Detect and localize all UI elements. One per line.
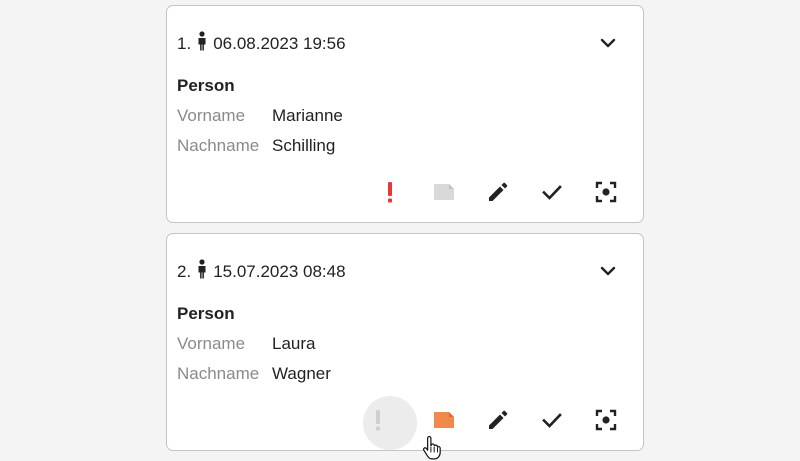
person-icon [198, 259, 206, 279]
chevron-down-icon[interactable] [599, 262, 617, 280]
alert-button[interactable] [363, 170, 417, 214]
field-row-vorname: Vorname Marianne [177, 106, 343, 126]
chevron-down-icon[interactable] [599, 34, 617, 52]
entry-card: 2. 15.07.2023 08:48 Person Vorname Laura… [166, 233, 644, 460]
check-icon [542, 185, 562, 200]
action-bar [363, 170, 633, 214]
field-label: Nachname [177, 136, 260, 155]
entry-index: 2. [177, 262, 192, 281]
focus-icon [595, 181, 617, 203]
action-bar [363, 396, 633, 460]
field-label: Vorname [177, 334, 246, 353]
field-row-nachname: Nachname Wagner [177, 364, 331, 384]
alert-button[interactable] [363, 396, 441, 460]
field-value: Schilling [272, 136, 336, 155]
note-icon [434, 184, 454, 200]
note-button[interactable] [417, 398, 471, 442]
entry-card: 1. 06.08.2023 19:56 Person Vorname Maria… [166, 5, 644, 223]
edit-button[interactable] [471, 170, 525, 214]
check-icon [542, 413, 562, 428]
entry-datetime: 15.07.2023 08:48 [213, 262, 346, 281]
field-row-vorname: Vorname Laura [177, 334, 315, 354]
field-row-nachname: Nachname Schilling [177, 136, 335, 156]
person-icon [198, 31, 206, 51]
exclamation-icon [376, 410, 380, 431]
card-header: 2. 15.07.2023 08:48 [177, 259, 346, 284]
field-value: Laura [272, 334, 316, 353]
confirm-button[interactable] [525, 398, 579, 442]
section-title: Person [177, 304, 235, 323]
note-button[interactable] [417, 170, 471, 214]
focus-button[interactable] [579, 170, 633, 214]
card-header: 1. 06.08.2023 19:56 [177, 31, 346, 56]
field-value: Marianne [272, 106, 343, 125]
entry-datetime: 06.08.2023 19:56 [213, 34, 346, 53]
entry-index: 1. [177, 34, 192, 53]
focus-button[interactable] [579, 398, 633, 442]
pencil-icon [489, 182, 508, 201]
pencil-icon [489, 410, 508, 429]
note-icon [434, 412, 454, 428]
entry-list: 1. 06.08.2023 19:56 Person Vorname Maria… [166, 5, 644, 461]
focus-icon [595, 409, 617, 431]
field-label: Nachname [177, 364, 260, 383]
edit-button[interactable] [471, 398, 525, 442]
field-value: Wagner [272, 364, 331, 383]
field-label: Vorname [177, 106, 246, 125]
exclamation-icon [388, 182, 392, 203]
section-title: Person [177, 76, 235, 95]
confirm-button[interactable] [525, 170, 579, 214]
